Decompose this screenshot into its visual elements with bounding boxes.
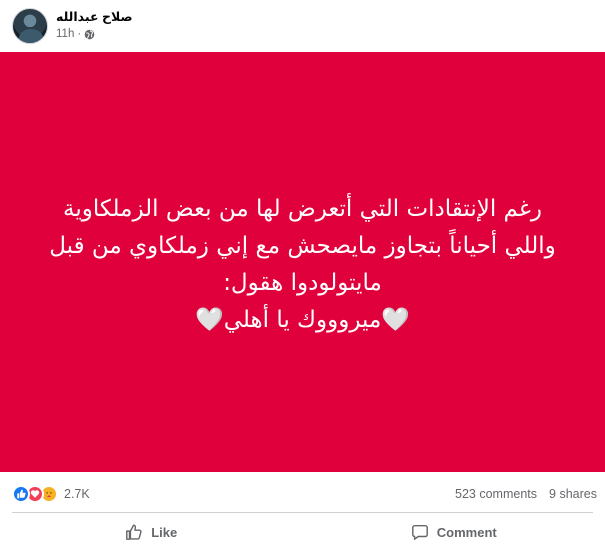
shares-count[interactable]: 9 shares <box>549 487 597 501</box>
media-text-line: 🤍ميروووك يا أهلي🤍 <box>195 307 410 333</box>
media-text-line: رغم الإنتقادات التي أتعرض لها من بعض الز… <box>63 196 542 222</box>
like-icon <box>126 524 142 540</box>
like-icon <box>12 485 30 503</box>
globe-icon[interactable] <box>84 29 95 40</box>
post-media-text: رغم الإنتقادات التي أتعرض لها من بعض الز… <box>0 191 605 339</box>
post-stats: 2.7K 523 comments 9 shares <box>0 478 605 510</box>
like-label: Like <box>151 524 178 540</box>
reactions-count[interactable]: 2.7K <box>64 487 90 501</box>
reactions-summary[interactable] <box>12 485 58 503</box>
comments-count[interactable]: 523 comments <box>455 487 537 501</box>
post-timestamp[interactable]: 11h <box>56 28 74 40</box>
author-name[interactable]: صلاح عبدالله <box>56 9 133 24</box>
post-meta: 11h · <box>56 28 95 40</box>
media-text-line: مايتولودوا هقول: <box>223 270 382 296</box>
facebook-post: صلاح عبدالله 11h · رغم الإنتقادات التي أ… <box>0 0 605 552</box>
post-media[interactable]: رغم الإنتقادات التي أتعرض لها من بعض الز… <box>0 52 605 472</box>
like-button[interactable]: Like <box>0 514 303 550</box>
post-actions: Like Comment <box>0 514 605 550</box>
comment-button[interactable]: Comment <box>303 514 605 550</box>
comment-label: Comment <box>436 524 497 540</box>
divider <box>12 512 593 513</box>
comment-icon <box>411 524 428 540</box>
post-header: صلاح عبدالله 11h · <box>0 0 605 52</box>
author-avatar[interactable] <box>12 8 48 44</box>
media-text-line: واللي أحياناً بتجاوز مايصحش مع إني زملكا… <box>49 233 556 259</box>
